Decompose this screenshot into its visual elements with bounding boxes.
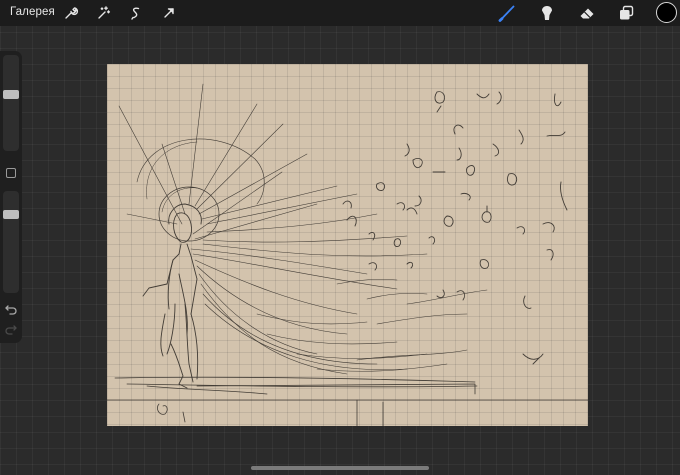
brush-size-thumb[interactable] bbox=[3, 90, 19, 100]
figure-sketch bbox=[142, 203, 202, 389]
head-halo bbox=[158, 186, 220, 242]
brush-size-slider[interactable] bbox=[3, 55, 19, 151]
color-picker-button[interactable] bbox=[656, 2, 677, 23]
drawing-canvas[interactable] bbox=[107, 64, 588, 426]
halo-arc bbox=[136, 138, 265, 205]
wrench-icon[interactable] bbox=[62, 4, 80, 22]
gallery-button[interactable]: Галерея bbox=[10, 6, 55, 18]
home-indicator[interactable] bbox=[251, 466, 429, 470]
transform-arrow-icon[interactable] bbox=[160, 4, 178, 22]
magic-wand-icon[interactable] bbox=[94, 4, 112, 22]
flowing-strokes bbox=[190, 193, 488, 375]
modify-button[interactable] bbox=[6, 168, 16, 178]
eraser-icon[interactable] bbox=[578, 4, 596, 22]
opacity-slider[interactable] bbox=[3, 191, 19, 293]
opacity-thumb[interactable] bbox=[3, 209, 19, 219]
sketch-artwork bbox=[107, 83, 588, 426]
brush-icon[interactable] bbox=[498, 4, 516, 22]
smudge-icon[interactable] bbox=[538, 4, 556, 22]
particles bbox=[342, 91, 568, 365]
undo-icon[interactable] bbox=[4, 302, 18, 316]
sun-rays bbox=[118, 83, 338, 240]
layers-icon[interactable] bbox=[617, 4, 635, 22]
top-toolbar: Галерея bbox=[0, 0, 680, 26]
selection-icon[interactable] bbox=[127, 4, 145, 22]
side-toolbar bbox=[0, 51, 22, 343]
redo-icon[interactable] bbox=[4, 322, 18, 336]
ground-lines bbox=[107, 376, 588, 426]
